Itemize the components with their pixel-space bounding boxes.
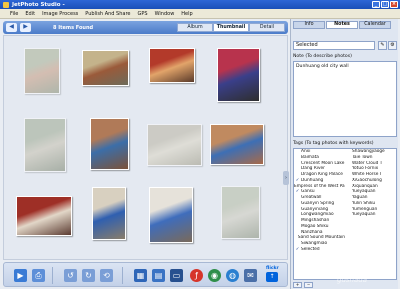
rotate-right-icon[interactable]: ↻	[82, 269, 95, 282]
tag-row: ✓ Selected	[294, 247, 396, 253]
tab-notes[interactable]: Notes	[326, 21, 358, 29]
rotate-left-icon[interactable]: ↺	[64, 269, 77, 282]
watermark: gdsnada	[337, 276, 367, 284]
scroll-right-handle[interactable]: ›	[283, 171, 289, 185]
thumbnail-trees-gate[interactable]	[24, 118, 66, 172]
thumbnail-arch-gate[interactable]	[221, 186, 260, 239]
forward-button[interactable]: ▶	[20, 23, 31, 32]
note-textarea[interactable]: Dunhuang old city wall	[293, 61, 397, 137]
menu-publish-share[interactable]: Publish And Share	[85, 11, 130, 17]
thumbnail-white-stupa[interactable]	[149, 187, 193, 243]
tab-calendar[interactable]: Calendar	[359, 21, 391, 29]
back-button[interactable]: ◀	[6, 23, 17, 32]
remove-tag-button[interactable]: −	[304, 282, 313, 288]
menu-help[interactable]: Help	[181, 11, 192, 17]
thumbnail-clay-fortress[interactable]	[210, 124, 264, 165]
thumbnail-red-lanterns[interactable]	[149, 48, 195, 83]
menu-gps[interactable]: GPS	[137, 11, 147, 17]
print-icon[interactable]: ⎙	[32, 269, 45, 282]
edit-icon[interactable]: ✎	[378, 41, 387, 50]
email-icon[interactable]: ✉	[244, 269, 257, 282]
flickr-upload-icon[interactable]: ↑	[266, 272, 278, 282]
menu-window[interactable]: Window	[155, 11, 175, 17]
thumbnail-yarn-stall[interactable]	[217, 48, 260, 102]
gear-icon[interactable]: ⚙	[388, 41, 397, 50]
gallery-icon[interactable]: ▦	[134, 269, 147, 282]
thumbnail-gray-street[interactable]	[24, 48, 60, 94]
window-title: JetPhoto Studio -	[12, 1, 65, 8]
selection-dropdown[interactable]: Selected	[293, 41, 375, 50]
tab-info[interactable]: Info	[293, 21, 325, 29]
map-icon[interactable]: ◉	[208, 269, 221, 282]
app-logo-icon	[3, 1, 9, 8]
thumbnail-market-street[interactable]	[82, 50, 129, 86]
tag-item[interactable]: ✓ Selected	[294, 247, 345, 253]
minimize-button[interactable]: _	[372, 1, 380, 8]
web-album-icon[interactable]: ▤	[152, 269, 165, 282]
items-found-label: 8 Items Found	[53, 24, 94, 31]
view-tabs: Album Thumbnail Detail	[177, 23, 285, 32]
menu-file[interactable]: File	[10, 11, 18, 17]
tag-label: Selected	[301, 246, 320, 252]
thumbnail-desert-ruins[interactable]	[147, 124, 202, 166]
undo-icon[interactable]: ⟲	[100, 269, 113, 282]
tag-item[interactable]	[345, 247, 396, 253]
monitor-icon[interactable]: ▭	[170, 269, 183, 282]
menu-edit[interactable]: Edit	[25, 11, 35, 17]
menu-image-process[interactable]: Image Process	[42, 11, 78, 17]
tab-thumbnail[interactable]: Thumbnail	[213, 23, 249, 32]
thumbnail-rock-cliff[interactable]	[90, 118, 129, 170]
menu-bar: File Edit Image Process Publish And Shar…	[0, 9, 400, 19]
tab-detail[interactable]: Detail	[249, 23, 285, 32]
photo-grid: ›	[3, 35, 289, 260]
side-tabs: Info Notes Calendar	[293, 21, 391, 29]
tab-album[interactable]: Album	[177, 23, 213, 32]
side-panel: Info Notes Calendar Selected ✎ ⚙ Note (T…	[290, 19, 398, 289]
add-tag-button[interactable]: +	[293, 282, 302, 288]
tag-checkbox[interactable]: ✓	[294, 247, 301, 253]
tags-label: Tags (To tag photos with keywords)	[293, 141, 374, 146]
globe-icon[interactable]: ◍	[226, 269, 239, 282]
thumbnail-red-corridor[interactable]	[16, 196, 72, 236]
flash-icon[interactable]: ƒ	[190, 269, 203, 282]
tags-list: Anxi Shawangjiaoge Baimata Taiē Town Crescen…	[293, 148, 397, 280]
flickr-label: flickr	[266, 266, 279, 271]
toolbar-divider	[122, 267, 123, 284]
bottom-toolbar: ▶ ⎙ ↺ ↻ ⟲ ▦ ▤ ▭ ƒ ◉ ◍ ✉ flickr ↑	[3, 262, 288, 287]
thumbnail-pagoda[interactable]	[92, 187, 126, 240]
browser-toolbar: ◀ ▶ 8 Items Found Album Thumbnail Detail	[3, 21, 288, 34]
title-bar: JetPhoto Studio - _ □ ×	[0, 0, 400, 9]
close-button[interactable]: ×	[390, 1, 398, 8]
maximize-button[interactable]: □	[381, 1, 389, 8]
slideshow-icon[interactable]: ▶	[14, 269, 27, 282]
window-controls: _ □ ×	[372, 1, 400, 8]
note-label: Note (To describe photos)	[293, 54, 352, 59]
toolbar-divider	[52, 267, 53, 284]
